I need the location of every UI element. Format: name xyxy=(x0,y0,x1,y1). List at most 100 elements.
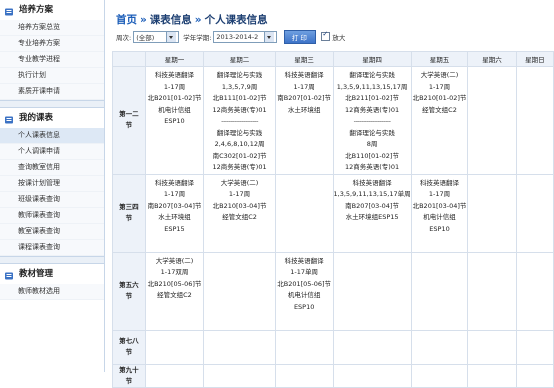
sidebar-item[interactable]: 教师课表查询 xyxy=(0,208,104,224)
sidebar-section-label: 我的课表 xyxy=(19,113,54,123)
sidebar-item[interactable]: 执行计划 xyxy=(0,68,104,84)
day-header: 星期三 xyxy=(274,51,334,67)
page-title: 个人课表信息 xyxy=(204,14,268,26)
course-line: 机电计信组 xyxy=(423,213,456,221)
empty-cell xyxy=(467,363,517,388)
course-line: 机电计信组 xyxy=(158,105,191,114)
course-cell[interactable]: 科技英语翻译 1-17周 北B201[01-02]节 机电计信组 ESP10 xyxy=(144,66,205,175)
course-line: 12商务英语(专)01 xyxy=(212,105,267,114)
period-label: 第一二节 xyxy=(112,66,146,175)
course-line: 1,3,5,9,11,13,15,17单周 xyxy=(333,190,411,198)
course-line: 水土环境组 xyxy=(287,105,321,114)
period-label-line: 第三四 xyxy=(119,203,139,211)
empty-cell xyxy=(203,329,276,365)
sidebar-item[interactable]: 培养方案总览 xyxy=(0,20,104,36)
empty-cell xyxy=(410,251,469,331)
sidebar-section-title[interactable]: 培养方案 xyxy=(0,0,104,20)
course-line: 科技英语翻译 xyxy=(352,178,392,187)
sidebar-item[interactable]: 查询教室信用 xyxy=(0,160,104,176)
sidebar-section-divider xyxy=(0,256,104,264)
course-line: ESP10 xyxy=(164,117,185,125)
sidebar-item[interactable]: 素质开课申请 xyxy=(0,84,104,100)
period-label-line: 节 xyxy=(125,292,133,300)
empty-cell xyxy=(515,66,554,175)
course-line: 12商务英语(专)01 xyxy=(212,163,267,171)
period-label-line: 节 xyxy=(125,348,133,356)
course-line: 北B110[01-02]节 xyxy=(345,151,399,160)
course-cell[interactable]: 大学英语(二) 1-17周 北B210[01-02]节 经管文组C2 xyxy=(410,66,469,175)
sidebar-section-title[interactable]: 教材管理 xyxy=(0,264,104,284)
course-line: 1-17周 xyxy=(428,190,451,198)
filter-bar: 周次: (全部) 学年学期: 2013-2014-2 打印 放大 xyxy=(116,29,346,44)
course-line: 1,3,5,9,11,13,15,17周 xyxy=(336,82,408,91)
empty-cell xyxy=(332,251,412,331)
sidebar-item[interactable]: 班级课表查询 xyxy=(0,192,104,208)
period-label: 第九十节 xyxy=(112,363,146,388)
empty-cell xyxy=(515,173,554,253)
sidebar-item[interactable]: 按课计划管理 xyxy=(0,176,104,192)
empty-cell xyxy=(515,329,554,365)
sidebar: 培养方案 培养方案总览 专业培养方案 专业教学进程 执行计划 素质开课申请我的课表个人课表… xyxy=(0,0,105,372)
course-line: 12商务英语(专)01 xyxy=(345,163,400,171)
day-header: 星期日 xyxy=(515,51,554,67)
course-cell[interactable]: 科技英语翻译 1-17周 南B207[01-02]节 水土环境组 xyxy=(274,66,334,175)
period-label-line: 第五六 xyxy=(119,281,139,289)
course-line: 北B210[05-06]节 xyxy=(147,279,202,288)
breadcrumb-level2: 课表信息 xyxy=(149,14,192,26)
course-cell[interactable]: 大学英语(二) 1-17周 北B210[03-04]节 经管文组C2 xyxy=(203,173,276,253)
week-label: 周次: xyxy=(116,33,132,42)
breadcrumb: 首页» 课表信息» 个人课表信息 xyxy=(116,12,268,27)
course-line: 南B207[03-04]节 xyxy=(147,201,202,210)
sidebar-item[interactable]: 个人课表信息 xyxy=(0,128,104,144)
course-line: 北B201[01-02]节 xyxy=(147,94,202,102)
course-line: 1-17周 xyxy=(428,82,451,91)
zoom-checkbox[interactable] xyxy=(321,30,331,41)
sidebar-item[interactable]: 教师教材选用 xyxy=(0,284,104,300)
course-line: 2,4,6,8,10,12周 xyxy=(214,140,265,148)
course-line: 南C302[01-02]节 xyxy=(212,151,267,160)
course-line: ESP10 xyxy=(293,302,315,311)
course-line: 科技英语翻译 xyxy=(154,178,194,187)
empty-cell xyxy=(144,363,205,388)
empty-cell xyxy=(274,173,334,253)
course-cell[interactable]: 科技英语翻译 1-17周 北B201[03-04]节 机电计信组 ESP10 xyxy=(410,173,469,253)
period-label-line: 第九十 xyxy=(119,365,139,374)
course-cell[interactable]: 科技英语翻译 1,3,5,9,11,13,15,17单周 南B207[03-04]节… xyxy=(332,173,412,253)
empty-cell xyxy=(410,329,469,365)
sidebar-section-title[interactable]: 我的课表 xyxy=(0,108,104,128)
course-line: 1,3,5,7,9周 xyxy=(221,82,258,91)
course-cell[interactable]: 翻译理论与实践 1,3,5,7,9周 北B111[01-02]节 12商务英语(专)0… xyxy=(203,66,276,175)
course-line: 翻译理论与实践 xyxy=(349,71,395,79)
print-button[interactable]: 打印 xyxy=(284,29,317,44)
breadcrumb-home-link[interactable]: 首页 xyxy=(116,14,137,26)
period-label: 第三四节 xyxy=(112,173,146,253)
course-cell[interactable]: 科技英语翻译 1-17周 南B207[03-04]节 水土环境组 ESP15 xyxy=(144,173,205,253)
sidebar-item[interactable]: 专业教学进程 xyxy=(0,52,104,68)
sidebar-item[interactable]: 教室课表查询 xyxy=(0,224,104,240)
course-line: 经管文组C2 xyxy=(157,291,192,299)
course-cell[interactable]: 翻译理论与实践 1,3,5,9,11,13,15,17周 北B211[01-02]节… xyxy=(332,66,412,175)
period-label-line: 节 xyxy=(125,376,133,385)
sidebar-item[interactable]: 课程课表查询 xyxy=(0,240,104,256)
period-label-line: 第一二 xyxy=(119,110,139,119)
zoom-label: 放大 xyxy=(332,33,346,42)
empty-cell xyxy=(467,173,517,253)
course-cell[interactable]: 大学英语(二) 1-17双周 北B210[05-06]节 经管文组C2 xyxy=(144,251,205,331)
sidebar-item[interactable]: 专业培养方案 xyxy=(0,36,104,52)
week-select[interactable]: (全部) xyxy=(133,30,180,43)
period-label: 第五六节 xyxy=(112,251,146,331)
course-line: ESP10 xyxy=(429,224,450,233)
empty-cell xyxy=(410,363,469,388)
calendar-icon xyxy=(4,113,14,124)
course-line: 经管文组C2 xyxy=(422,105,457,114)
course-line: 1-17单周 xyxy=(290,268,319,276)
chevron-down-icon xyxy=(166,31,177,42)
course-line: 1-17周 xyxy=(163,190,186,198)
breadcrumb-separator: » xyxy=(140,14,147,26)
sidebar-item[interactable]: 个人调课申请 xyxy=(0,144,104,160)
term-select[interactable]: 2013-2014-2 xyxy=(213,30,278,43)
empty-cell xyxy=(515,363,554,388)
week-select-value: (全部) xyxy=(136,33,155,42)
course-line: 水土环境组ESP15 xyxy=(345,213,399,221)
course-cell[interactable]: 科技英语翻译 1-17单周 北B201[05-06]节 机电计信组 ESP10 xyxy=(274,251,334,331)
